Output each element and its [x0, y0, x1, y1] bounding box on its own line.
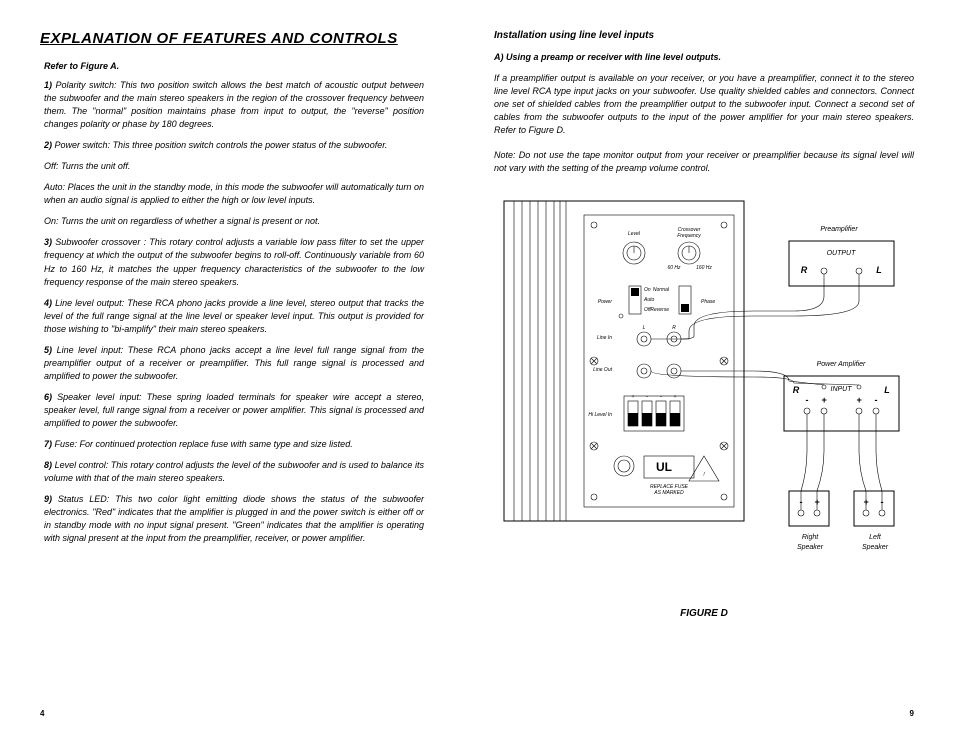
note-tape: Note: Do not use the tape monitor output…	[494, 149, 914, 175]
right-column: Installation using line level inputs A) …	[459, 30, 914, 718]
svg-text:Right: Right	[802, 534, 819, 541]
svg-text:Frequency: Frequency	[677, 233, 701, 239]
svg-text:R: R	[793, 385, 800, 395]
item-6: 6) Speaker level input: These spring loa…	[40, 391, 424, 430]
para-preamp: If a preamplifier output is available on…	[494, 72, 914, 137]
svg-text:Hi Level In: Hi Level In	[588, 412, 612, 418]
heading-features: EXPLANATION OF FEATURES AND CONTROLS	[40, 30, 424, 47]
svg-text:+: +	[632, 394, 635, 400]
svg-text:Normal: Normal	[653, 287, 670, 293]
svg-text:On: On	[644, 287, 651, 293]
svg-text:Auto: Auto	[643, 297, 655, 303]
line-on: On: Turns the unit on regardless of whet…	[40, 215, 424, 228]
item-7: 7) Fuse: For continued protection replac…	[40, 438, 424, 451]
sub-a: A) Using a preamp or receiver with line …	[494, 51, 914, 64]
item-1: 1) Polarity switch: This two position sw…	[40, 79, 424, 131]
svg-text:Line Out: Line Out	[593, 367, 613, 373]
item-9: 9) Status LED: This two color light emit…	[40, 493, 424, 545]
svg-text:OUTPUT: OUTPUT	[827, 250, 857, 257]
svg-text:+: +	[674, 394, 677, 400]
svg-text:+: +	[821, 395, 827, 405]
svg-text:Speaker: Speaker	[797, 544, 824, 551]
page-number-left: 4	[40, 709, 424, 718]
svg-text:R: R	[801, 265, 808, 275]
svg-text:Preamplifier: Preamplifier	[820, 226, 858, 233]
svg-text:AS MARKED: AS MARKED	[653, 490, 684, 496]
item-8: 8) Level control: This rotary control ad…	[40, 459, 424, 485]
svg-text:L: L	[884, 385, 890, 395]
svg-text:Phase: Phase	[701, 299, 715, 305]
item-2: 2) Power switch: This three position swi…	[40, 139, 424, 152]
svg-text:Left: Left	[869, 534, 882, 541]
item-4: 4) Line level output: These RCA phono ja…	[40, 297, 424, 336]
svg-text:-: -	[875, 395, 878, 405]
refer-figure-a: Refer to Figure A.	[40, 61, 424, 71]
svg-text:60 Hz: 60 Hz	[667, 265, 681, 271]
svg-text:Level: Level	[628, 231, 641, 237]
svg-text:-: -	[660, 394, 662, 400]
svg-text:160 Hz: 160 Hz	[696, 265, 712, 271]
svg-text:!: !	[703, 472, 705, 478]
figure-d-caption: FIGURE D	[494, 608, 914, 619]
item-3: 3) Subwoofer crossover : This rotary con…	[40, 236, 424, 288]
line-off: Off: Turns the unit off.	[40, 160, 424, 173]
svg-text:-: -	[806, 395, 809, 405]
left-column: EXPLANATION OF FEATURES AND CONTROLS Ref…	[40, 30, 459, 718]
svg-text:INPUT: INPUT	[831, 386, 853, 393]
svg-text:+: +	[814, 497, 820, 507]
svg-text:-: -	[646, 394, 648, 400]
item-5: 5) Line level input: These RCA phono jac…	[40, 344, 424, 383]
svg-text:L: L	[876, 265, 882, 275]
svg-text:+: +	[856, 395, 862, 405]
figure-d: .ln { stroke:#000; stroke-width:1; fill:…	[494, 191, 914, 619]
page: EXPLANATION OF FEATURES AND CONTROLS Ref…	[0, 0, 954, 738]
svg-text:L: L	[643, 325, 646, 331]
page-number-right: 9	[494, 709, 914, 718]
svg-text:Line In: Line In	[597, 335, 612, 341]
svg-text:+: +	[863, 497, 869, 507]
line-auto: Auto: Places the unit in the standby mod…	[40, 181, 424, 207]
svg-text:Speaker: Speaker	[862, 544, 889, 551]
figure-d-svg: .ln { stroke:#000; stroke-width:1; fill:…	[494, 191, 914, 591]
heading-installation: Installation using line level inputs	[494, 30, 914, 41]
svg-text:Reverse: Reverse	[650, 307, 669, 313]
svg-text:R: R	[672, 325, 676, 331]
svg-text:UL: UL	[656, 460, 672, 474]
svg-text:Power: Power	[598, 299, 613, 305]
svg-text:Power Amplifier: Power Amplifier	[817, 361, 866, 368]
